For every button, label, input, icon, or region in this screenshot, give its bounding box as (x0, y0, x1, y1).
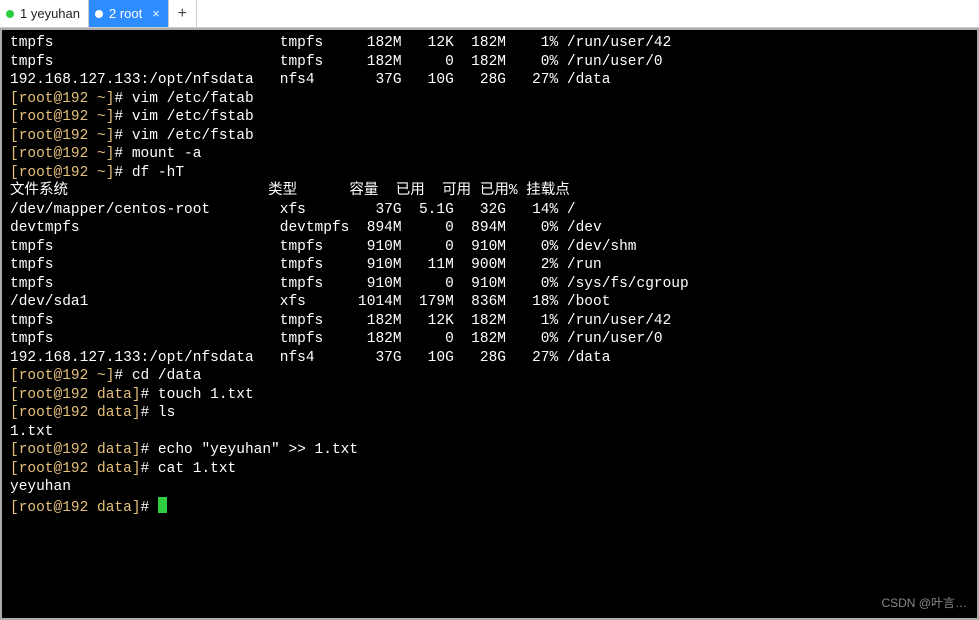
tab-label: 1 yeyuhan (20, 6, 80, 21)
close-icon[interactable]: × (152, 6, 160, 21)
watermark: CSDN @叶言… (881, 594, 967, 613)
terminal[interactable]: tmpfs tmpfs 182M 12K 182M 1% /run/user/4… (0, 28, 979, 620)
status-dot-icon (6, 10, 14, 18)
tab-bar: 1 yeyuhan 2 root × + (0, 0, 979, 28)
terminal-output: tmpfs tmpfs 182M 12K 182M 1% /run/user/4… (10, 34, 969, 517)
tab-2-root[interactable]: 2 root × (89, 0, 169, 27)
plus-icon: + (178, 5, 187, 23)
status-dot-icon (95, 10, 103, 18)
tab-label: 2 root (109, 6, 142, 21)
tab-1-yeyuhan[interactable]: 1 yeyuhan (0, 0, 89, 27)
new-tab-button[interactable]: + (169, 0, 197, 27)
